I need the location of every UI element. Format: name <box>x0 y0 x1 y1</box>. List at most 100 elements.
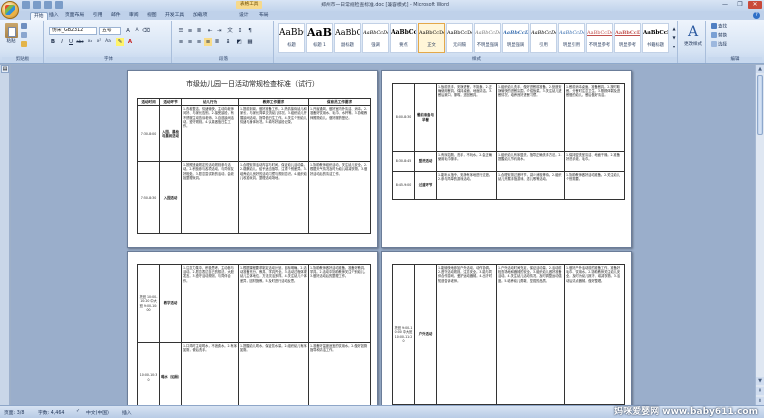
align-right-icon[interactable]: ≡ <box>195 38 203 46</box>
style-no-spacing[interactable]: AaBbCcDc 无间隔 <box>446 23 473 53</box>
tab-home[interactable]: 开始 <box>30 12 48 20</box>
bold-button[interactable]: B <box>49 38 57 46</box>
shrink-font-button[interactable]: A <box>133 27 141 35</box>
close-button[interactable]: ✕ <box>748 1 762 9</box>
scroll-thumb[interactable] <box>757 75 763 135</box>
ribbon-tabs: 开始 插入 页面布局 引用 邮件 审阅 视图 开发工具 加载项 设计 布局 ? <box>0 11 764 20</box>
schedule-table-page-3[interactable]: 托班 10:00-10:20 中大班 9:00-10:00 教学活动 1.注意力… <box>137 264 371 405</box>
previous-page-icon[interactable]: ⇞ <box>756 387 764 395</box>
scroll-up-icon[interactable]: ▲ <box>756 65 764 73</box>
tab-insert[interactable]: 插入 <box>46 12 62 20</box>
tab-addins[interactable]: 加载项 <box>190 12 210 20</box>
chinese-layout-icon[interactable]: 文 <box>226 27 234 35</box>
scroll-down-icon[interactable]: ▼ <box>756 377 764 385</box>
font-color-icon[interactable]: A <box>126 38 134 46</box>
style-subtitle[interactable]: AaBbC 副标题 <box>334 23 361 53</box>
help-icon[interactable]: ? <box>753 12 760 19</box>
copy-button[interactable] <box>21 32 28 40</box>
document-page-3[interactable]: 托班 10:00-10:20 中大班 9:00-10:00 教学活动 1.注意力… <box>127 251 378 405</box>
select-button[interactable]: 选择 <box>711 41 727 49</box>
style-subtle-reference[interactable]: AaBbCcDc 不明显参考 <box>586 23 613 53</box>
styles-more-icon[interactable]: ▾ <box>670 43 678 51</box>
underline-button[interactable]: U <box>67 38 75 46</box>
document-page-2[interactable]: 8:00-8:30 餐前准备与早餐 1.饭前洗手，安静进餐，不挑食。2.正确使用… <box>381 70 632 248</box>
proofing-icon[interactable]: ✓ <box>76 409 80 414</box>
styles-scroll-up-icon[interactable]: ▲ <box>670 25 678 33</box>
tab-layout[interactable]: 布局 <box>256 12 272 20</box>
superscript-button[interactable]: x² <box>95 38 103 46</box>
style-strong[interactable]: AaBbCcD要点 <box>390 23 417 53</box>
find-button[interactable]: 查找 <box>711 23 727 31</box>
tab-references[interactable]: 引用 <box>90 12 106 20</box>
clear-format-icon[interactable]: ⌫ <box>142 27 150 35</box>
language-indicator[interactable]: 中文(中国) <box>86 409 109 416</box>
paste-button[interactable]: 粘贴 <box>3 23 19 44</box>
customize-qat-icon[interactable] <box>55 1 63 9</box>
style-title[interactable]: AaBbC标题 <box>278 23 305 53</box>
style-intense-emphasis[interactable]: AaBbCcDc明显强调 <box>502 23 529 53</box>
format-painter-button[interactable] <box>21 41 28 49</box>
redo-icon[interactable] <box>44 1 52 9</box>
change-styles-button[interactable]: A 更改样式 <box>681 23 705 47</box>
align-center-icon[interactable]: ≡ <box>186 38 194 46</box>
show-marks-icon[interactable]: ¶ <box>246 27 254 35</box>
subscript-button[interactable]: x₂ <box>86 38 94 46</box>
page-count[interactable]: 页面: 3/8 <box>4 409 24 416</box>
strikethrough-button[interactable]: abc <box>76 38 84 46</box>
save-icon[interactable] <box>22 1 30 9</box>
style-subtle-emphasis[interactable]: AaBbCcDc 不明显强调 <box>474 23 501 53</box>
insert-mode[interactable]: 插入 <box>122 409 132 416</box>
sort-icon[interactable]: ↕ <box>236 27 244 35</box>
change-case-button[interactable]: Aa <box>104 38 112 46</box>
minimize-button[interactable]: — <box>718 1 732 9</box>
tab-review[interactable]: 审阅 <box>126 12 142 20</box>
font-family-combo[interactable]: 仿宋_GB2312 <box>49 27 97 35</box>
tab-page-layout[interactable]: 页面布局 <box>62 12 87 20</box>
tab-developer[interactable]: 开发工具 <box>162 12 187 20</box>
undo-icon[interactable] <box>33 1 41 9</box>
justify-icon[interactable]: ≡ <box>204 38 212 46</box>
numbering-icon[interactable]: ≡ <box>186 27 194 35</box>
style-intense-quote[interactable]: AaBbCcDc 明显引用 <box>558 23 585 53</box>
italic-button[interactable]: I <box>58 38 66 46</box>
office-button[interactable] <box>1 1 19 19</box>
borders-icon[interactable]: ▦ <box>246 38 254 46</box>
vertical-scrollbar[interactable]: ▲ ▼ ⇞ ⇟ <box>755 65 764 405</box>
tab-mailings[interactable]: 邮件 <box>108 12 124 20</box>
bullets-icon[interactable]: ☰ <box>177 27 185 35</box>
shading-icon[interactable]: ◩ <box>235 38 243 46</box>
document-page-4[interactable]: 托班 9:00-10:00 中大班 10:00-11:20 户外活动 1.能愉快… <box>381 251 632 405</box>
word-count[interactable]: 字数: 4,464 <box>38 409 64 416</box>
schedule-table-page-4[interactable]: 托班 9:00-10:00 中大班 10:00-11:20 户外活动 1.能愉快… <box>392 264 625 405</box>
style-emphasis[interactable]: AaBbCcDc 强调 <box>362 23 389 53</box>
tab-design[interactable]: 设计 <box>236 12 252 20</box>
cut-button[interactable] <box>21 23 28 31</box>
style-quote[interactable]: AaBbCcDc 引用 <box>530 23 557 53</box>
style-book-title[interactable]: AaBbCcL书籍标题 <box>642 23 669 53</box>
line-spacing-icon[interactable]: ↨ <box>224 38 232 46</box>
next-page-icon[interactable]: ⇟ <box>756 397 764 405</box>
document-area[interactable]: 市级幼儿园一日活动常规检查标准（试行） 活动时间 活动环节 幼儿行为 教师工作要… <box>11 65 755 405</box>
row-time: 10:00-10:30 <box>137 342 160 405</box>
maximize-button[interactable]: ❐ <box>733 1 747 9</box>
tab-view[interactable]: 视图 <box>144 12 160 20</box>
increase-indent-icon[interactable]: ⇥ <box>215 27 223 35</box>
distributed-icon[interactable]: ≣ <box>213 38 221 46</box>
align-left-icon[interactable]: ≡ <box>177 38 185 46</box>
highlight-icon[interactable]: ✎ <box>116 38 124 46</box>
header-teacher: 教师工作要求 <box>238 97 309 107</box>
styles-scroll-down-icon[interactable]: ▼ <box>670 34 678 42</box>
view-ruler-icon[interactable]: ▤ <box>1 65 9 73</box>
style-heading-1[interactable]: AaBl标题 1 <box>306 23 333 53</box>
font-size-combo[interactable]: 五号 <box>99 27 121 35</box>
style-normal[interactable]: AaBbCcDc 正文 <box>418 23 445 53</box>
schedule-table-page-1[interactable]: 活动时间 活动环节 幼儿行为 教师工作要求 保育员工作要求 7:30-8:00 … <box>137 97 371 235</box>
decrease-indent-icon[interactable]: ⇤ <box>206 27 214 35</box>
style-intense-reference[interactable]: AaBbCcDc明显参考 <box>614 23 641 53</box>
grow-font-button[interactable]: A <box>124 27 132 35</box>
document-page-1[interactable]: 市级幼儿园一日活动常规检查标准（试行） 活动时间 活动环节 幼儿行为 教师工作要… <box>127 70 378 248</box>
schedule-table-page-2[interactable]: 8:00-8:30 餐前准备与早餐 1.饭前洗手，安静进餐，不挑食。2.正确使用… <box>392 83 625 200</box>
paragraph-group: ☰ ≡ ≣ ⇤ ⇥ 文 ↕ ¶ ≡ ≡ ≡ ≡ ≣ ↨ ◩ ▦ 段落 <box>174 21 274 63</box>
multilevel-list-icon[interactable]: ≣ <box>195 27 203 35</box>
replace-button[interactable]: 替换 <box>711 32 727 40</box>
